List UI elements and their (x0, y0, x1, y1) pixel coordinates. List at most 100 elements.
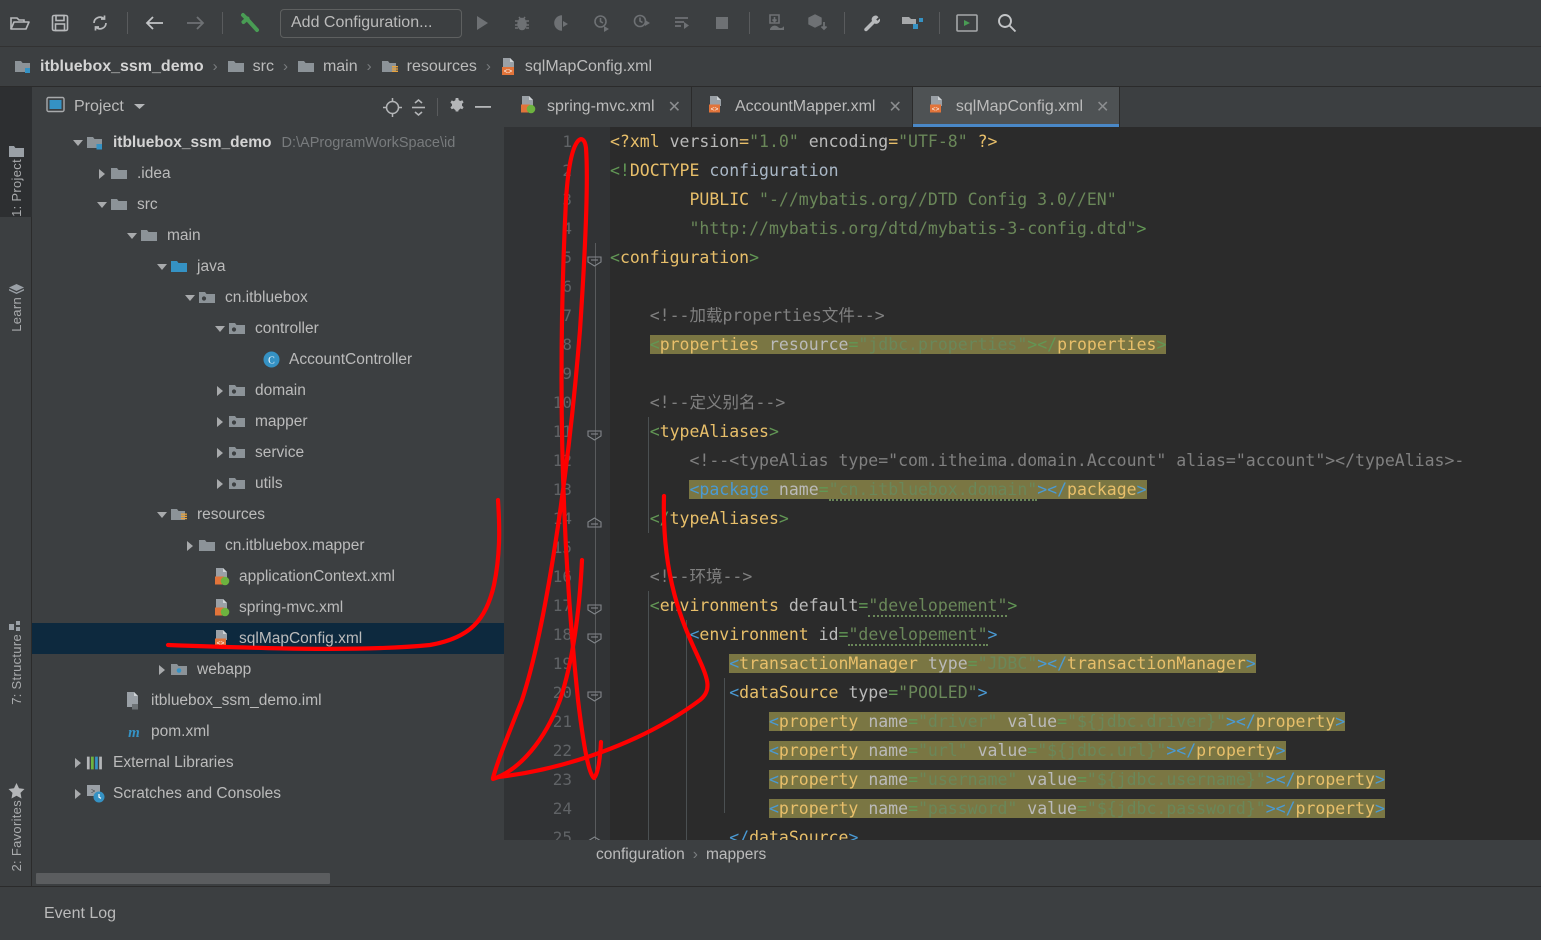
fold-marker-collapse[interactable] (587, 595, 602, 615)
code-text[interactable]: <?xml version="1.0" encoding="UTF-8" ?> … (610, 127, 1541, 840)
collapsed-arrow-icon[interactable] (94, 166, 110, 182)
tree-row-resources[interactable]: resources (32, 499, 504, 530)
collapsed-arrow-icon[interactable] (182, 538, 198, 554)
collapsed-arrow-icon[interactable] (212, 414, 228, 430)
synchronize-icon[interactable] (83, 6, 117, 40)
profile-cpu-icon[interactable] (625, 6, 659, 40)
tree-row-file-iml[interactable]: itbluebox_ssm_demo.iml (32, 685, 504, 716)
web-preview-icon[interactable] (950, 6, 984, 40)
collapsed-arrow-icon[interactable] (70, 786, 86, 802)
add-configuration-button[interactable]: Add Configuration... (280, 8, 462, 38)
tree-row-package-mapper[interactable]: mapper (32, 406, 504, 437)
expanded-arrow-icon[interactable] (154, 507, 170, 523)
navigate-back-icon[interactable] (138, 6, 172, 40)
hide-icon[interactable] (470, 94, 496, 120)
expanded-arrow-icon[interactable] (212, 321, 228, 337)
java-class-icon: C (262, 351, 282, 369)
tab-sqlmapconfig-xml[interactable]: <> sqlMapConfig.xml ✕ (912, 87, 1121, 127)
close-icon[interactable]: ✕ (668, 97, 681, 117)
profile-icon[interactable] (585, 6, 619, 40)
project-title-group[interactable]: Project (46, 96, 146, 118)
search-everywhere-icon[interactable] (990, 6, 1024, 40)
debug-icon[interactable] (505, 6, 539, 40)
code-viewport[interactable]: 1 2 3 4 5 6 7 8 9 10 11 12 13 14 15 16 1 (504, 127, 1541, 840)
breadcrumb-item-module[interactable]: itbluebox_ssm_demo (14, 58, 204, 76)
fold-marker-collapse[interactable] (587, 247, 602, 267)
tree-row-file-pom[interactable]: m pom.xml (32, 716, 504, 747)
tree-row-package-cn-itbluebox[interactable]: cn.itbluebox (32, 282, 504, 313)
expanded-arrow-icon[interactable] (154, 259, 170, 275)
fold-marker-collapse[interactable] (587, 624, 602, 644)
expanded-arrow-icon[interactable] (124, 228, 140, 244)
scrollbar-thumb[interactable] (36, 873, 330, 884)
commit-icon[interactable] (800, 6, 834, 40)
tree-row-class-accountcontroller[interactable]: C AccountController (32, 344, 504, 375)
gear-icon[interactable] (444, 94, 470, 120)
tree-row-main[interactable]: main (32, 220, 504, 251)
tree-row-package-domain[interactable]: domain (32, 375, 504, 406)
open-project-icon[interactable] (3, 6, 37, 40)
tree-row-src[interactable]: src (32, 189, 504, 220)
sidebar-item-project[interactable]: 1: Project (0, 87, 32, 217)
settings-icon[interactable] (855, 6, 889, 40)
code-editor[interactable]: 1 2 3 4 5 6 7 8 9 10 11 12 13 14 15 16 1 (504, 127, 1541, 869)
run-with-coverage-icon[interactable] (545, 6, 579, 40)
run-tests-icon[interactable] (665, 6, 699, 40)
fold-marker-collapse[interactable] (587, 421, 602, 441)
fold-marker-collapse[interactable] (587, 682, 602, 702)
breadcrumb-item-file[interactable]: <> sqlMapConfig.xml (500, 57, 652, 76)
tree-row-file-applicationcontext[interactable]: applicationContext.xml (32, 561, 504, 592)
breadcrumb-item-main[interactable]: main (297, 58, 358, 76)
project-panel-header: Project (32, 87, 504, 127)
tree-row-webapp[interactable]: webapp (32, 654, 504, 685)
fold-marker-expand[interactable] (587, 827, 602, 840)
expanded-arrow-icon[interactable] (70, 135, 86, 151)
tab-accountmapper-xml[interactable]: <> AccountMapper.xml ✕ (691, 87, 913, 127)
tree-row-module[interactable]: itbluebox_ssm_demo D:\AProgramWorkSpace\… (32, 127, 504, 158)
collapsed-arrow-icon[interactable] (212, 383, 228, 399)
collapse-all-icon[interactable] (405, 94, 431, 120)
tree-row-package-controller[interactable]: controller (32, 313, 504, 344)
close-icon[interactable]: ✕ (888, 97, 901, 117)
fold-marker-expand[interactable] (587, 508, 602, 528)
run-icon[interactable] (465, 6, 499, 40)
breadcrumb-item-resources[interactable]: resources (381, 58, 477, 76)
tree-row-idea[interactable]: .idea (32, 158, 504, 189)
collapsed-arrow-icon[interactable] (212, 476, 228, 492)
tree-row-scratches[interactable]: >_ Scratches and Consoles (32, 778, 504, 809)
update-project-icon[interactable] (760, 6, 794, 40)
collapsed-arrow-icon[interactable] (70, 755, 86, 771)
sidebar-item-structure[interactable]: 7: Structure (0, 555, 32, 705)
editor-breadcrumb-configuration[interactable]: configuration (596, 846, 685, 864)
tree-row-package-utils[interactable]: utils (32, 468, 504, 499)
stop-icon[interactable] (705, 6, 739, 40)
structure-icon (8, 620, 25, 634)
tree-row-file-springmvc[interactable]: spring-mvc.xml (32, 592, 504, 623)
tree-row-folder-mapper[interactable]: cn.itbluebox.mapper (32, 530, 504, 561)
tree-row-java[interactable]: java (32, 251, 504, 282)
tree-row-package-service[interactable]: service (32, 437, 504, 468)
build-project-icon[interactable] (233, 6, 267, 40)
project-horizontal-scrollbar[interactable] (32, 869, 504, 886)
expanded-arrow-icon[interactable] (182, 290, 198, 306)
close-icon[interactable]: ✕ (1096, 97, 1109, 117)
expanded-arrow-icon[interactable] (94, 197, 110, 213)
save-all-icon[interactable] (43, 6, 77, 40)
navigate-forward-icon[interactable] (178, 6, 212, 40)
tab-spring-mvc-xml[interactable]: spring-mvc.xml ✕ (504, 87, 692, 127)
breadcrumb-item-src[interactable]: src (227, 58, 274, 76)
code-folding-gutter[interactable] (582, 127, 610, 840)
sidebar-item-favorites[interactable]: 2: Favorites (0, 717, 32, 872)
line-number: 18 (552, 625, 572, 644)
chevron-down-icon[interactable] (133, 98, 146, 116)
sidebar-item-learn[interactable]: Learn (0, 227, 32, 332)
collapsed-arrow-icon[interactable] (212, 445, 228, 461)
tree-row-external-libraries[interactable]: External Libraries (32, 747, 504, 778)
event-log-button[interactable]: Event Log (44, 905, 116, 923)
collapsed-arrow-icon[interactable] (154, 662, 170, 678)
locate-in-tree-icon[interactable] (379, 94, 405, 120)
project-tree[interactable]: itbluebox_ssm_demo D:\AProgramWorkSpace\… (32, 127, 504, 869)
project-structure-icon[interactable] (895, 6, 929, 40)
editor-breadcrumb-mappers[interactable]: mappers (706, 846, 766, 864)
tree-row-file-sqlmapconfig[interactable]: <> sqlMapConfig.xml (32, 623, 504, 654)
